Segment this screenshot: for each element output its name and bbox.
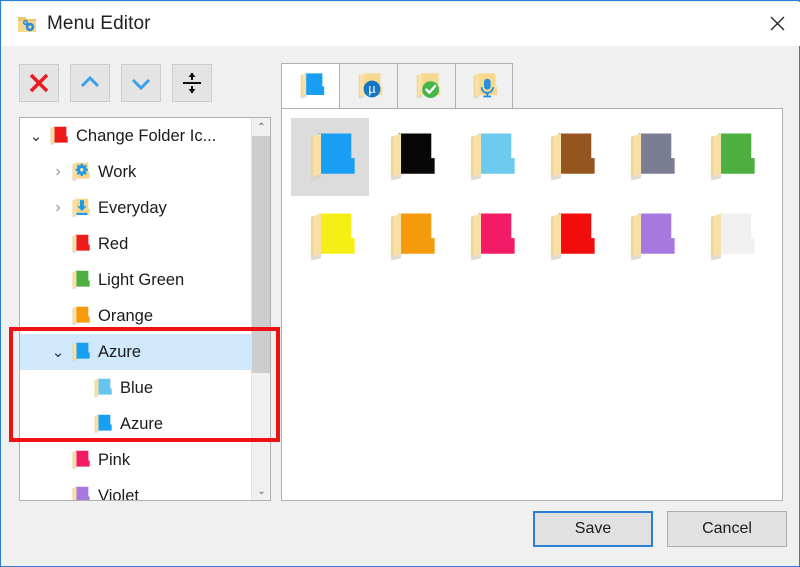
folder-green[interactable] xyxy=(691,118,769,196)
tree-item-light-green[interactable]: Light Green xyxy=(20,262,251,298)
tree-item-label: Change Folder Ic... xyxy=(76,126,217,145)
menu-tree-list[interactable]: ⌄ Change Folder Ic... › Work › Everyday Red Lig… xyxy=(20,118,251,500)
save-button[interactable]: Save xyxy=(533,511,653,547)
blue-folder-icon xyxy=(296,71,326,101)
tree-item-orange[interactable]: Orange xyxy=(20,298,251,334)
tree-item-blue[interactable]: Blue xyxy=(20,370,251,406)
scrollbar-thumb[interactable] xyxy=(252,136,270,373)
folder-icon xyxy=(622,129,678,185)
page-title: Menu Editor xyxy=(47,13,151,34)
chevron-up-icon xyxy=(80,75,100,88)
folder-icon xyxy=(542,209,598,265)
tree-item-label: Light Green xyxy=(98,270,185,289)
move-up-button[interactable] xyxy=(70,64,110,102)
folder-icon xyxy=(90,377,114,399)
menu-editor-window: Menu Editor ⌄ Change Folder Ic... › Work… xyxy=(0,0,800,567)
chevron-down-icon[interactable]: ⌄ xyxy=(48,343,68,361)
folder-icon xyxy=(90,413,114,435)
title-bar: Menu Editor xyxy=(2,2,800,46)
menu-tree-panel: ⌄ Change Folder Ic... › Work › Everyday Red Lig… xyxy=(19,117,271,501)
folder-icon xyxy=(68,197,92,219)
folder-icon xyxy=(382,209,438,265)
folder-icon xyxy=(68,233,92,255)
folder-microphone-badge-icon xyxy=(469,71,499,101)
tab-microphone[interactable] xyxy=(455,63,513,109)
close-icon[interactable] xyxy=(754,2,800,45)
svg-text:µ: µ xyxy=(368,82,375,96)
cancel-button[interactable]: Cancel xyxy=(667,511,787,547)
tree-item-violet[interactable]: Violet xyxy=(20,478,251,501)
up-down-arrows-icon xyxy=(183,72,201,94)
icon-grid xyxy=(290,117,782,277)
folder-black[interactable] xyxy=(371,118,449,196)
move-down-button[interactable] xyxy=(121,64,161,102)
delete-button[interactable] xyxy=(19,64,59,102)
tree-item-label: Red xyxy=(98,234,129,253)
folder-orange[interactable] xyxy=(371,198,449,276)
folder-icon xyxy=(542,129,598,185)
dialog-footer: Save Cancel xyxy=(1,500,799,566)
chevron-down-icon xyxy=(131,78,151,91)
folder-light-blue[interactable] xyxy=(451,118,529,196)
folder-icon xyxy=(68,269,92,291)
chevron-right-icon[interactable]: › xyxy=(48,163,68,181)
folder-white[interactable] xyxy=(691,198,769,276)
tree-item-pink[interactable]: Pink xyxy=(20,442,251,478)
folder-yellow[interactable] xyxy=(291,198,369,276)
tree-item-label: Blue xyxy=(120,378,154,397)
tab-plain-folders[interactable] xyxy=(281,63,339,109)
folder-icon xyxy=(302,129,358,185)
folder-red[interactable] xyxy=(531,198,609,276)
tree-item-azure[interactable]: Azure xyxy=(20,406,251,442)
toolbar xyxy=(19,64,212,102)
folder-icon xyxy=(46,125,70,147)
folder-icon xyxy=(462,129,518,185)
folder-brown[interactable] xyxy=(531,118,609,196)
folder-icon xyxy=(702,209,758,265)
folder-violet[interactable] xyxy=(611,198,689,276)
separator-button[interactable] xyxy=(172,64,212,102)
chevron-right-icon[interactable]: › xyxy=(48,199,68,217)
folder-gear-icon xyxy=(16,13,38,35)
tree-item-azure[interactable]: ⌄ Azure xyxy=(20,334,251,370)
folder-icon xyxy=(68,305,92,327)
icon-category-tabs: µ xyxy=(281,63,513,109)
folder-grey[interactable] xyxy=(611,118,689,196)
folder-icon xyxy=(702,129,758,185)
scroll-up-arrow[interactable]: ⌃ xyxy=(252,118,270,136)
chevron-down-icon[interactable]: ⌄ xyxy=(26,127,46,145)
red-x-icon xyxy=(29,73,49,93)
folder-icon xyxy=(68,485,92,500)
tree-item-everyday[interactable]: › Everyday xyxy=(20,190,251,226)
folder-pink[interactable] xyxy=(451,198,529,276)
tree-item-label: Everyday xyxy=(98,198,167,217)
folder-icon xyxy=(68,341,92,363)
tab-utorrent[interactable]: µ xyxy=(339,63,397,109)
folder-icon xyxy=(302,209,358,265)
tree-item-label: Orange xyxy=(98,306,154,325)
tree-item-label: Work xyxy=(98,162,137,181)
folder-azure[interactable] xyxy=(291,118,369,196)
folder-icon xyxy=(462,209,518,265)
tree-scrollbar[interactable]: ⌃ ⌄ xyxy=(251,118,270,500)
folder-icon xyxy=(68,161,92,183)
scroll-down-arrow[interactable]: ⌄ xyxy=(252,482,270,500)
tree-item-work[interactable]: › Work xyxy=(20,154,251,190)
tab-checked[interactable] xyxy=(397,63,455,109)
folder-check-badge-icon xyxy=(412,71,442,101)
tree-item-label: Pink xyxy=(98,450,131,469)
folder-icon xyxy=(68,449,92,471)
folder-utorrent-badge-icon: µ xyxy=(354,71,384,101)
tree-item-change-folder-ic[interactable]: ⌄ Change Folder Ic... xyxy=(20,118,251,154)
tree-item-label: Azure xyxy=(120,414,164,433)
tree-item-label: Azure xyxy=(98,342,142,361)
icon-picker-panel xyxy=(281,108,783,501)
folder-icon xyxy=(382,129,438,185)
tree-item-label: Violet xyxy=(98,486,139,501)
folder-icon xyxy=(622,209,678,265)
tree-item-red[interactable]: Red xyxy=(20,226,251,262)
